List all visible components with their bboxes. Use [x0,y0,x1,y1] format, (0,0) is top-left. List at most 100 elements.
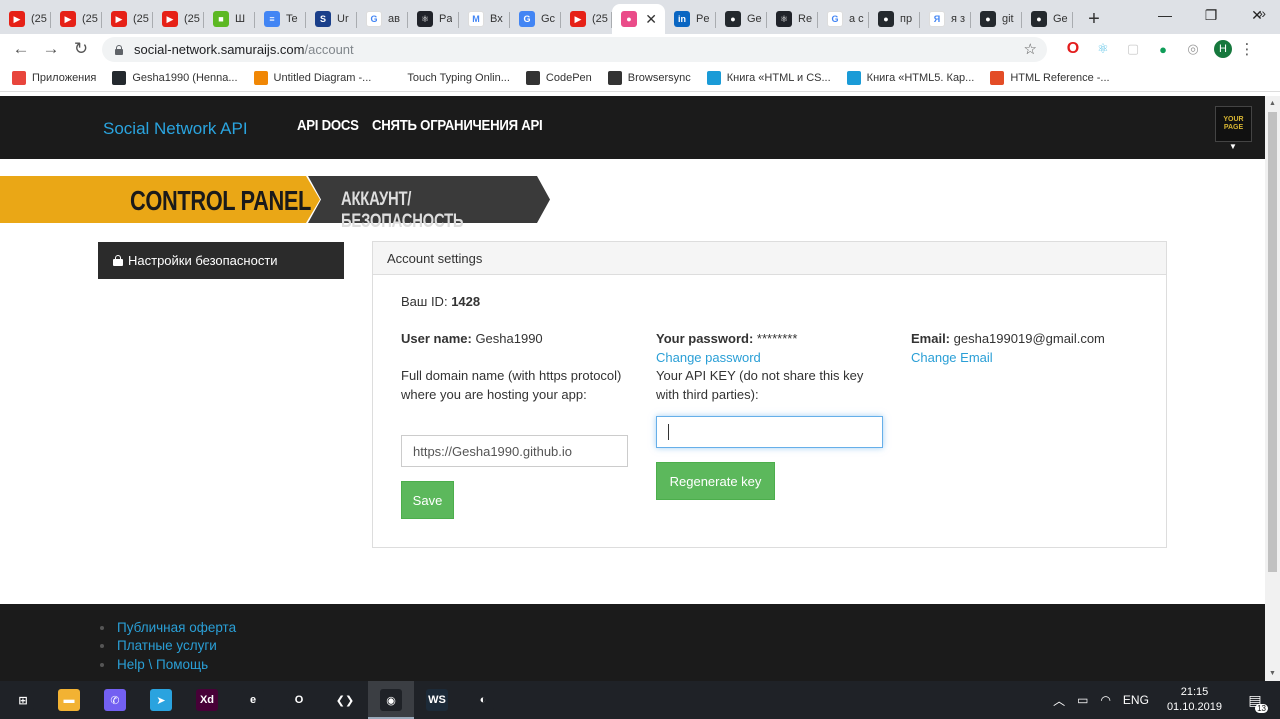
taskbar-app[interactable]: WS [414,681,460,719]
browser-menu-icon[interactable]: ⋮ [1232,38,1262,60]
taskbar-app[interactable]: e [230,681,276,719]
bookmark-label: Приложения [32,71,97,84]
green-extension-icon[interactable]: ● [1148,38,1178,60]
bookmarks-more-icon[interactable]: » [1258,5,1266,21]
scroll-down-icon[interactable]: ▼ [1265,666,1280,681]
tab-label: (25 [133,13,149,25]
nav-api-docs[interactable]: API DOCS [297,117,359,134]
bookmark-item[interactable]: Книга «HTML5. Кар... [846,70,974,85]
back-icon[interactable]: ← [6,34,36,64]
youtube-icon: ▶ [162,11,178,27]
footer-link-offer[interactable]: Публичная оферта [100,620,236,635]
tab-label: Ge [1053,13,1068,25]
scroll-up-icon[interactable]: ▲ [1265,96,1280,111]
taskbar-app[interactable]: Xd [184,681,230,719]
bookmark-item[interactable]: Книга «HTML и CS... [706,70,831,85]
adobe-xd-icon: Xd [196,689,218,711]
browser-tab[interactable]: G Gc [510,4,561,34]
linkedin-icon: in [674,11,690,27]
browser-tab[interactable]: S Ur [306,4,357,34]
footer-link-help[interactable]: Help \ Помощь [100,657,208,672]
bookmark-item[interactable]: Gesha1990 (Henna... [112,70,238,85]
change-email-link[interactable]: Change Email [911,348,993,367]
browser-tab[interactable]: ● Ge [716,4,767,34]
footer-link-paid[interactable]: Платные услуги [100,638,217,653]
browser-tab[interactable]: ■ Ш [204,4,255,34]
telegram-icon: ➤ [150,689,172,711]
scrollbar-thumb[interactable] [1268,112,1277,572]
domain-input[interactable]: https://Gesha1990.github.io [401,435,628,467]
nav-remove-limits[interactable]: СНЯТЬ ОГРАНИЧЕНИЯ API [372,117,543,134]
browser-tab[interactable]: ● ✕ [612,4,665,34]
password-value: ******** [756,331,798,346]
browser-tab[interactable]: Яя з [920,4,971,34]
gray-extension-icon[interactable]: ◎ [1178,38,1208,60]
change-password-link[interactable]: Change password [656,348,761,367]
profile-avatar[interactable]: H [1214,40,1232,58]
regenerate-key-button[interactable]: Regenerate key [656,462,775,500]
browser-tab[interactable]: ⚛ Pa [408,4,459,34]
page-scrollbar[interactable]: ▲ ▼ [1265,96,1280,681]
wifi-icon[interactable]: ◠ [1100,693,1110,707]
address-bar[interactable]: social-network.samuraijs.com/account ☆ [102,37,1047,62]
viber-icon: ✆ [104,689,126,711]
new-tab-button[interactable]: + [1079,4,1109,34]
extension-box-icon[interactable]: ▢ [1118,38,1148,60]
taskbar-app[interactable]: ➤ [138,681,184,719]
bookmark-item[interactable]: Untitled Diagram -... [253,70,371,85]
browser-tab[interactable]: ▶ (25 [0,4,51,34]
tab-label: Te [286,13,298,25]
reload-icon[interactable]: ↻ [66,34,96,64]
opera-icon: O [288,689,310,711]
react-devtools-icon[interactable]: ⚛ [1088,38,1118,60]
api-key-input[interactable] [656,416,883,448]
browser-tab[interactable]: ≡ Te [255,4,306,34]
browser-tab[interactable]: ● пр [869,4,920,34]
browser-tab[interactable]: Gав [357,4,408,34]
drawio-icon [253,70,268,85]
language-indicator[interactable]: ENG [1123,693,1149,707]
maximize-icon[interactable]: ❐ [1188,0,1234,30]
taskbar-app[interactable]: ◉ [368,681,414,719]
bookmark-item[interactable]: Приложения [12,70,97,85]
browser-tab[interactable]: ▶ (25 [102,4,153,34]
banner-title: CONTROL PANEL [130,185,311,216]
minimize-icon[interactable]: — [1142,0,1188,30]
forward-icon[interactable]: → [36,34,66,64]
bookmark-item[interactable]: CodePen [525,70,592,85]
clock[interactable]: 21:15 01.10.2019 [1167,685,1222,715]
taskbar-app[interactable]: ✆ [92,681,138,719]
browser-tab[interactable]: M Вх [459,4,510,34]
user-avatar[interactable]: YOUR PAGE [1215,106,1252,142]
taskbar-app[interactable]: ⊞ [0,681,46,719]
browser-tab[interactable]: ⚛ Re [767,4,818,34]
browser-tab[interactable]: ▶ (25 [561,4,612,34]
browser-tab[interactable]: ● Ge [1022,4,1073,34]
taskbar-app[interactable]: ◐ [460,681,506,719]
close-tab-icon[interactable]: ✕ [645,11,657,28]
taskbar-app[interactable]: ❮❯ [322,681,368,719]
sandbox-icon: S [315,11,331,27]
battery-icon[interactable]: ▭ [1077,693,1088,707]
bookmark-star-icon[interactable]: ☆ [1024,40,1037,58]
browser-tab[interactable]: ▶ (25 [51,4,102,34]
browser-tab[interactable]: ● git [971,4,1022,34]
taskbar-app[interactable]: O [276,681,322,719]
text-caret [668,424,669,440]
close-window-icon[interactable]: ✕ [1234,0,1280,30]
caret-down-icon[interactable]: ▼ [1229,142,1237,151]
windows-start-icon: ⊞ [12,689,34,711]
browser-tab[interactable]: Ga c [818,4,869,34]
chevron-up-icon[interactable]: ︿ [1053,692,1065,709]
bookmark-item[interactable]: Browsersync [607,70,691,85]
taskbar-app[interactable]: ▬ [46,681,92,719]
sidebar-item-security[interactable]: Настройки безопасности [98,242,344,279]
notifications-icon[interactable]: ▤ 13 [1240,685,1270,715]
browser-tab[interactable]: ▶ (25 [153,4,204,34]
bookmark-item[interactable]: HTML Reference -... [990,70,1110,85]
browser-tab[interactable]: in Pe [665,4,716,34]
site-logo[interactable]: Social Network API [103,119,248,139]
save-button[interactable]: Save [401,481,454,519]
bookmark-item[interactable]: Touch Typing Onlin... [387,71,510,85]
opera-vpn-icon[interactable]: O [1058,38,1088,60]
